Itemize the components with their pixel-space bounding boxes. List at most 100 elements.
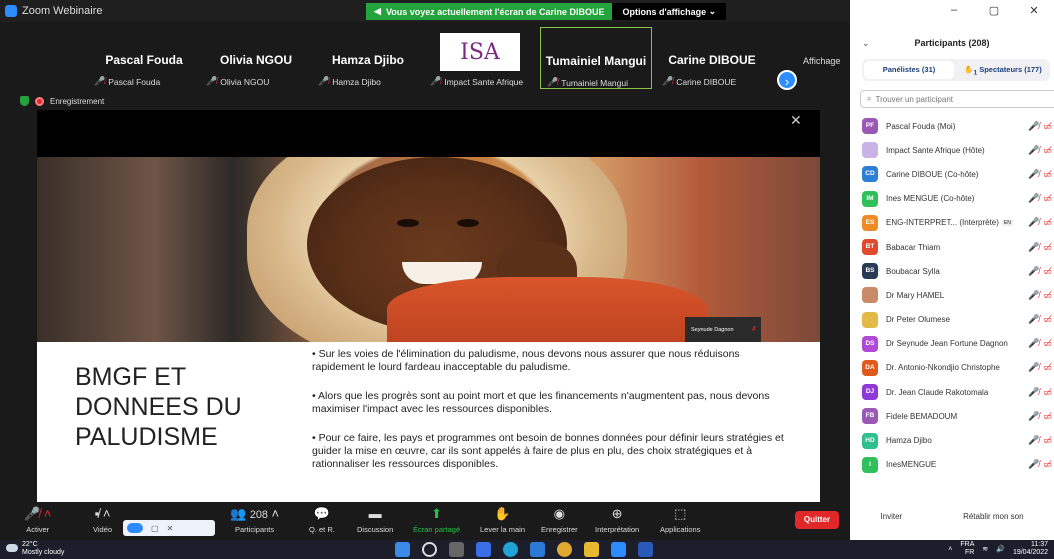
status-icons: 🎤̸ ▭̸ — [1028, 193, 1052, 204]
avatar: BS — [862, 263, 878, 280]
mic-muted-icon: 🎤̸ — [662, 76, 674, 86]
chrome-icon[interactable] — [557, 542, 572, 557]
label: Écran partagé — [413, 525, 461, 534]
search-placeholder: Trouver un participant — [875, 94, 954, 104]
close-icon[interactable]: ✕ — [790, 112, 802, 129]
clock[interactable]: 11:37 19/04/2022 — [1013, 541, 1048, 557]
screen-share-banner: ◀ Vous voyez actuellement l'écran de Car… — [366, 3, 727, 20]
participant-row[interactable]: Dr Peter Olumese 🎤̸ ▭̸ — [850, 308, 1054, 332]
label: Vidéo — [93, 525, 113, 534]
avatar — [862, 311, 878, 328]
tile-label: 🎤̸ Olivia NGOU — [206, 76, 269, 87]
zoom-icon[interactable] — [611, 542, 626, 557]
status-icons: 🎤̸ ▭̸ — [1028, 121, 1052, 132]
participant-row[interactable]: BT Babacar Thiam 🎤̸ ▭̸ — [850, 235, 1054, 259]
tab-spectators[interactable]: ✋1 Spectateurs (177) — [958, 61, 1048, 79]
interpretation-button[interactable]: ⊕ Interprétation — [595, 505, 639, 534]
participant-row[interactable]: Impact Sante Afrique (Hôte) 🎤̸ ▭̸ — [850, 138, 1054, 162]
participant-row[interactable]: IM Ines MENGUE (Co-hôte) 🎤̸ ▭̸ — [850, 187, 1054, 211]
restore-icon[interactable]: ▢ — [974, 4, 1014, 22]
record-button[interactable]: ◉ Enregistrer — [541, 505, 578, 534]
unmute-button[interactable]: 🎤̸ ˄ Activer — [24, 505, 51, 534]
mic-muted-icon: 🎤̸ — [1028, 217, 1040, 228]
camera-off-icon: ▭̸ — [1043, 338, 1052, 349]
close-icon[interactable]: ✕ — [1014, 4, 1054, 22]
participant-name: Pascal Fouda (Moi) — [886, 121, 956, 131]
weather-widget[interactable]: 22°C Mostly cloudy — [6, 541, 64, 557]
chat-app-icon[interactable] — [476, 542, 491, 557]
view-button[interactable]: Affichage — [803, 56, 840, 66]
share-screen-button[interactable]: ⬆ Écran partagé — [413, 505, 460, 534]
video-tile[interactable]: Pascal Fouda 🎤̸ Pascal Fouda — [88, 27, 200, 89]
window-controls: – ▢ ✕ — [850, 4, 1054, 22]
participant-name: Hamza Djibo — [886, 436, 932, 446]
isa-logo: ISA — [440, 33, 520, 71]
qa-button[interactable]: 💬 Q. et R. — [309, 505, 335, 534]
word-icon[interactable] — [638, 542, 653, 557]
volume-icon[interactable]: 🔊 — [996, 545, 1005, 553]
status-icons: 🎤̸ ▭̸ — [1028, 338, 1052, 349]
unmute-button[interactable]: Rétablir mon son — [953, 509, 1033, 524]
wifi-icon[interactable]: ≋ — [982, 545, 988, 553]
video-tile-active-speaker[interactable]: Tumainiel Mangui 🎤̸ Tumainiel Mangui — [540, 27, 652, 89]
video-tile[interactable]: Olivia NGOU 🎤̸ Olivia NGOU — [200, 27, 312, 89]
store-icon[interactable] — [530, 542, 545, 557]
status-icons: 🎤̸ ▭̸ — [1028, 266, 1052, 277]
participant-row[interactable]: BS Boubacar Sylla 🎤̸ ▭̸ — [850, 259, 1054, 283]
chat-button[interactable]: ▬ Discussion — [357, 505, 393, 534]
shared-screen: Seynude Dagnon ✗ BMGF ET DONNEES DU PALU… — [37, 110, 820, 504]
video-button[interactable]: ▪̸ ˄ Vidéo — [93, 505, 112, 534]
search-input[interactable]: ⌕ Trouver un participant — [860, 90, 1054, 108]
participant-row[interactable]: PF Pascal Fouda (Moi) 🎤̸ ▭̸ — [850, 114, 1054, 138]
windows-start-icon[interactable] — [395, 542, 410, 557]
participant-row[interactable]: DS Dr Seynude Jean Fortune Dagnon 🎤̸ ▭̸ — [850, 332, 1054, 356]
tab-panelists[interactable]: Panélistes (31) — [864, 61, 954, 79]
participant-row[interactable]: CD Carine DIBOUE (Co-hôte) 🎤̸ ▭̸ — [850, 162, 1054, 186]
avatar: CD — [862, 166, 878, 183]
language-indicator[interactable]: FRA FR — [960, 541, 974, 557]
label: Enregistrer — [541, 525, 578, 534]
mic-muted-icon: 🎤̸ — [1028, 144, 1040, 155]
chevron-down-icon[interactable]: ⌄ — [862, 38, 870, 49]
minimize-icon[interactable]: – — [934, 4, 974, 22]
tile-sub: Impact Sante Afrique — [444, 76, 524, 87]
chevron-up-icon[interactable]: ˄ — [948, 546, 952, 553]
apps-button[interactable]: ⬚ Applications — [660, 505, 700, 534]
video-tile[interactable]: ISA 🎤̸ Impact Sante Afrique — [424, 27, 536, 89]
invite-button[interactable]: Inviter — [870, 509, 912, 524]
participants-panel: – ▢ ✕ ⌄ Participants (208) Panélistes (3… — [850, 0, 1054, 540]
participant-row[interactable]: ES ENG-INTERPRET... (Interprète) EN 🎤̸ ▭̸ — [850, 211, 1054, 235]
video-tile[interactable]: Hamza Djibo 🎤̸ Hamza Djibo — [312, 27, 424, 89]
avatar — [862, 142, 878, 159]
camera-off-icon: ▭̸ — [1043, 435, 1052, 446]
status-icons: 🎤̸ ▭̸ — [1028, 435, 1052, 446]
participant-row[interactable]: DJ Dr. Jean Claude Rakotomala 🎤̸ ▭̸ — [850, 380, 1054, 404]
speaker-name: Seynude Dagnon — [691, 327, 734, 333]
edge-icon[interactable] — [503, 542, 518, 557]
apps-icon: ⬚ — [674, 506, 687, 521]
participant-name: ENG-INTERPRET... (Interprète) — [886, 218, 999, 228]
raise-hand-button[interactable]: ✋ Lever la main — [480, 505, 525, 534]
next-page-button[interactable]: › — [777, 70, 797, 90]
participant-row[interactable]: I InesMENGUE 🎤̸ ▭̸ — [850, 453, 1054, 477]
participant-row[interactable]: HD Hamza Djibo 🎤̸ ▭̸ — [850, 428, 1054, 452]
view-options-button[interactable]: Options d'affichage ⌄ — [612, 3, 727, 20]
video-tile[interactable]: Carine DIBOUE 🎤̸ Carine DIBOUE — [656, 27, 768, 89]
zoom-logo-icon — [5, 5, 17, 17]
participant-name: Carine DIBOUE (Co-hôte) — [886, 169, 979, 179]
leave-button[interactable]: Quitter — [795, 511, 839, 529]
slide-title: BMGF ET DONNEES DU PALUDISME — [75, 363, 242, 451]
mic-muted-icon: 🎤̸ — [1028, 314, 1040, 325]
search-icon[interactable] — [422, 542, 437, 557]
shield-icon[interactable] — [20, 96, 29, 106]
participant-row[interactable]: Dr Mary HAMEL 🎤̸ ▭̸ — [850, 283, 1054, 307]
participant-row[interactable]: DA Dr. Antonio-Nkondjio Christophe 🎤̸ ▭̸ — [850, 356, 1054, 380]
system-tray: ˄ FRA FR ≋ 🔊 11:37 19/04/2022 — [948, 541, 1048, 557]
close-icon[interactable]: ✕ — [167, 524, 174, 533]
participants-button[interactable]: 👥 208 ˄ Participants — [230, 505, 279, 534]
task-view-icon[interactable] — [449, 542, 464, 557]
video-preview-chip[interactable]: ▢ ✕ — [123, 520, 215, 536]
tile-label: 🎤̸ Carine DIBOUE — [662, 76, 736, 87]
folder-icon[interactable] — [584, 542, 599, 557]
participant-row[interactable]: FB Fidele BEMADOUM 🎤̸ ▭̸ — [850, 404, 1054, 428]
